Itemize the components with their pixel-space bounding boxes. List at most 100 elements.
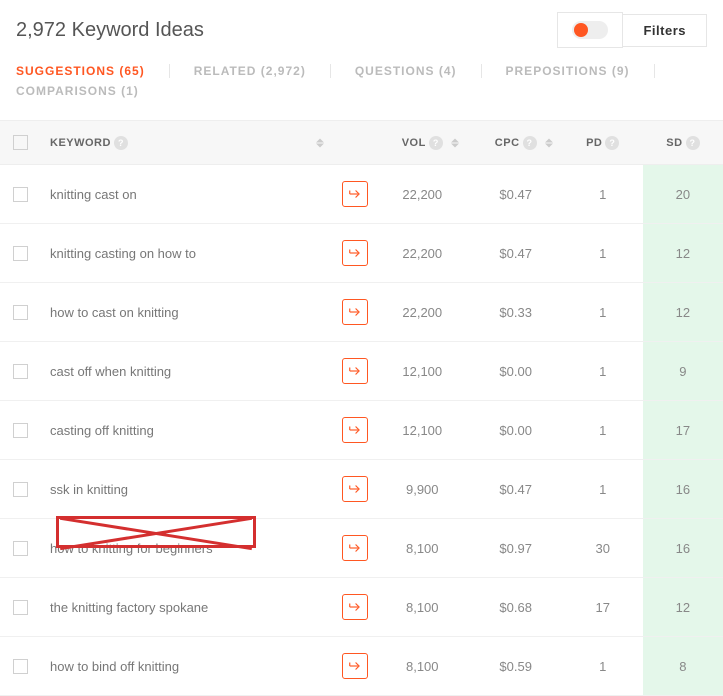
tabs: SUGGESTIONS (65) RELATED (2,972) QUESTIONS…: [0, 56, 723, 120]
table-row: casting off knitting12,100$0.00117: [0, 401, 723, 460]
export-arrow-button[interactable]: [342, 358, 368, 384]
col-cpc[interactable]: CPC?: [469, 121, 563, 165]
cell-pd: 1: [563, 637, 643, 696]
help-icon[interactable]: ?: [523, 136, 537, 150]
col-keyword-label: KEYWORD: [50, 136, 111, 148]
tab-3[interactable]: PREPOSITIONS (9): [506, 64, 655, 78]
sort-icon[interactable]: [451, 138, 459, 147]
cell-sd: 12: [643, 578, 723, 637]
help-icon[interactable]: ?: [114, 136, 128, 150]
cell-vol: 8,100: [376, 578, 469, 637]
table-row: ssk in knitting9,900$0.47116: [0, 460, 723, 519]
cell-keyword: cast off when knitting: [40, 342, 334, 401]
cell-keyword: casting off knitting: [40, 401, 334, 460]
cell-vol: 22,200: [376, 224, 469, 283]
col-vol[interactable]: VOL?: [376, 121, 469, 165]
cell-vol: 12,100: [376, 342, 469, 401]
table-row: knitting cast on22,200$0.47120: [0, 165, 723, 224]
col-sd-label: SD: [666, 136, 682, 148]
tab-0[interactable]: SUGGESTIONS (65): [16, 64, 170, 78]
row-checkbox[interactable]: [13, 187, 28, 202]
cell-keyword: ssk in knitting: [40, 460, 334, 519]
export-arrow-button[interactable]: [342, 417, 368, 443]
cell-cpc: $0.47: [469, 224, 563, 283]
cell-sd: 8: [643, 637, 723, 696]
cell-keyword: knitting casting on how to: [40, 224, 334, 283]
cell-pd: 1: [563, 460, 643, 519]
cell-cpc: $0.00: [469, 401, 563, 460]
table-row: how to knitting for beginners 8,100$0.973…: [0, 519, 723, 578]
sort-icon[interactable]: [316, 138, 324, 147]
page-title: 2,972 Keyword Ideas: [16, 19, 204, 42]
export-arrow-button[interactable]: [342, 299, 368, 325]
cell-vol: 8,100: [376, 519, 469, 578]
row-checkbox[interactable]: [13, 541, 28, 556]
export-arrow-button[interactable]: [342, 535, 368, 561]
export-arrow-button[interactable]: [342, 240, 368, 266]
col-keyword[interactable]: KEYWORD?: [40, 121, 334, 165]
export-arrow-button[interactable]: [342, 476, 368, 502]
cell-sd: 17: [643, 401, 723, 460]
cell-pd: 1: [563, 224, 643, 283]
cell-pd: 30: [563, 519, 643, 578]
col-vol-label: VOL: [402, 136, 426, 148]
col-pd-label: PD: [586, 136, 602, 148]
row-checkbox[interactable]: [13, 305, 28, 320]
cell-keyword: how to bind off knitting: [40, 637, 334, 696]
export-arrow-button[interactable]: [342, 594, 368, 620]
col-cpc-label: CPC: [495, 136, 520, 148]
cell-sd: 12: [643, 283, 723, 342]
cell-pd: 1: [563, 283, 643, 342]
cell-vol: 22,200: [376, 283, 469, 342]
cell-sd: 20: [643, 165, 723, 224]
export-arrow-button[interactable]: [342, 181, 368, 207]
cell-pd: 1: [563, 165, 643, 224]
cell-keyword: knitting cast on: [40, 165, 334, 224]
help-icon[interactable]: ?: [686, 136, 700, 150]
view-toggle[interactable]: [572, 21, 608, 39]
export-arrow-button[interactable]: [342, 653, 368, 679]
table-row: the knitting factory spokane 8,100$0.6817…: [0, 578, 723, 637]
cell-vol: 8,100: [376, 637, 469, 696]
col-pd[interactable]: PD?: [563, 121, 643, 165]
sort-icon[interactable]: [545, 138, 553, 147]
row-checkbox[interactable]: [13, 364, 28, 379]
table-row: cast off when knitting 12,100$0.0019: [0, 342, 723, 401]
cell-cpc: $0.97: [469, 519, 563, 578]
row-checkbox[interactable]: [13, 246, 28, 261]
cell-sd: 16: [643, 519, 723, 578]
row-checkbox[interactable]: [13, 423, 28, 438]
help-icon[interactable]: ?: [605, 136, 619, 150]
help-icon[interactable]: ?: [429, 136, 443, 150]
cell-keyword: how to cast on knitting: [40, 283, 334, 342]
cell-keyword: the knitting factory spokane: [40, 578, 334, 637]
cell-pd: 1: [563, 342, 643, 401]
cell-pd: 17: [563, 578, 643, 637]
row-checkbox[interactable]: [13, 482, 28, 497]
toggle-wrap: [557, 12, 623, 48]
row-checkbox[interactable]: [13, 659, 28, 674]
cell-sd: 12: [643, 224, 723, 283]
cell-cpc: $0.68: [469, 578, 563, 637]
cell-keyword: how to knitting for beginners: [40, 519, 334, 578]
cell-cpc: $0.00: [469, 342, 563, 401]
select-all-checkbox[interactable]: [13, 135, 28, 150]
cell-cpc: $0.59: [469, 637, 563, 696]
table-row: how to cast on knitting 22,200$0.33112: [0, 283, 723, 342]
table-row: how to bind off knitting 8,100$0.5918: [0, 637, 723, 696]
filters-button[interactable]: Filters: [623, 14, 707, 47]
cell-sd: 16: [643, 460, 723, 519]
col-checkbox: [0, 121, 40, 165]
toggle-knob: [574, 23, 588, 37]
tab-1[interactable]: RELATED (2,972): [194, 64, 331, 78]
tab-4[interactable]: COMPARISONS (1): [16, 84, 163, 98]
keyword-table: KEYWORD? VOL? CPC? PD? SD? knitting cast…: [0, 120, 723, 696]
cell-vol: 22,200: [376, 165, 469, 224]
cell-cpc: $0.33: [469, 283, 563, 342]
cell-cpc: $0.47: [469, 460, 563, 519]
col-action: [334, 121, 376, 165]
col-sd[interactable]: SD?: [643, 121, 723, 165]
cell-vol: 12,100: [376, 401, 469, 460]
cell-sd: 9: [643, 342, 723, 401]
tab-2[interactable]: QUESTIONS (4): [355, 64, 482, 78]
